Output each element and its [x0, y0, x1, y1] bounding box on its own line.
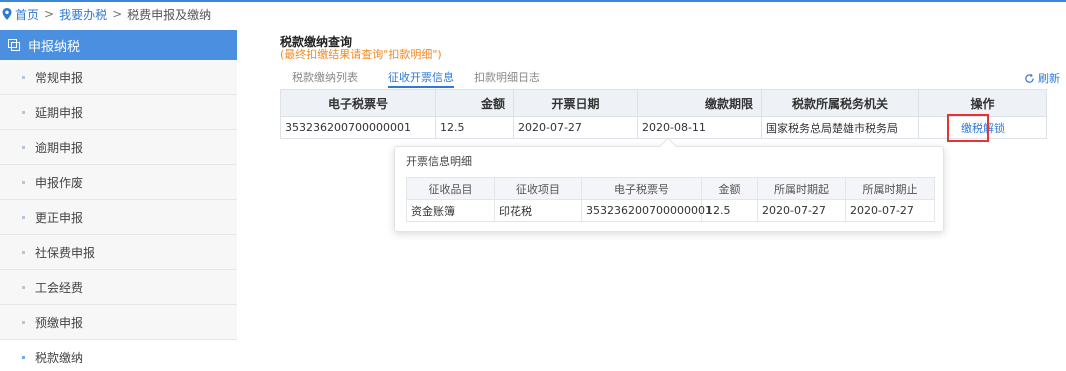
- ticket-number-cell: 353236200700000001: [581, 199, 712, 222]
- refresh-button[interactable]: 刷新: [1024, 70, 1060, 86]
- period-start-cell: 2020-07-27: [757, 199, 846, 222]
- column-header: 征收品目: [406, 177, 495, 200]
- column-header: 金额: [701, 177, 758, 200]
- page-hint: (最终扣缴结果请查询"扣款明细"): [280, 48, 442, 61]
- sidebar-item-overdue-declaration[interactable]: 逾期申报: [0, 130, 237, 165]
- bullet-icon: [22, 146, 25, 149]
- unlock-link[interactable]: 解锁: [983, 122, 1005, 135]
- sidebar-item-label: 申报作废: [35, 175, 84, 190]
- bullet-icon: [22, 321, 25, 324]
- tab-invoice-info[interactable]: 征收开票信息: [388, 70, 454, 88]
- breadcrumb-separator: >: [44, 7, 55, 21]
- sidebar-item-social-security[interactable]: 社保费申报: [0, 235, 237, 270]
- breadcrumb-current: 税费申报及缴纳: [127, 7, 212, 22]
- column-header: 缴款期限: [637, 89, 762, 117]
- bullet-icon: [22, 251, 25, 254]
- tab-payment-list[interactable]: 税款缴纳列表: [292, 70, 358, 88]
- copy-icon: [8, 39, 20, 51]
- ticket-number-cell: 353236200700000001: [280, 116, 436, 139]
- amount-cell: 12.5: [435, 116, 514, 139]
- breadcrumb: 首页 > 我要办税 > 税费申报及缴纳: [2, 6, 211, 22]
- bullet-icon: [22, 356, 25, 359]
- table-header-row: 电子税票号 金额 开票日期 缴款期限 税款所属税务机关 操作: [280, 89, 1047, 117]
- bullet-icon: [22, 216, 25, 219]
- sidebar-item-label: 常规申报: [35, 70, 84, 85]
- sidebar-item-regular-declaration[interactable]: 常规申报: [0, 60, 237, 95]
- sidebar-item-label: 税款缴纳: [35, 351, 84, 365]
- sidebar-item-label: 逾期申报: [35, 140, 84, 155]
- issue-date-cell: 2020-07-27: [513, 116, 638, 139]
- sidebar-header-label: 申报纳税: [28, 39, 81, 55]
- period-end-cell: 2020-07-27: [845, 199, 935, 222]
- authority-cell: 国家税务总局楚雄市税务局: [761, 116, 919, 139]
- sidebar-item-prepayment[interactable]: 预缴申报: [0, 305, 237, 340]
- pay-tax-link[interactable]: 缴税: [961, 122, 983, 135]
- breadcrumb-home[interactable]: 首页: [15, 6, 39, 23]
- column-header: 操作: [918, 89, 1047, 117]
- column-header: 开票日期: [513, 89, 638, 117]
- popup-title: 开票信息明细: [406, 155, 472, 168]
- breadcrumb-my-tax[interactable]: 我要办税: [59, 6, 107, 23]
- sidebar: 申报纳税 常规申报 延期申报 逾期申报 申报作废 更正申报 社保费申报 工会经费…: [0, 30, 237, 371]
- sidebar-item-tax-payment[interactable]: 税款缴纳: [0, 340, 237, 371]
- sidebar-item-label: 延期申报: [35, 105, 84, 120]
- sidebar-item-label: 预缴申报: [35, 315, 84, 330]
- amount-cell: 12.5: [701, 199, 758, 222]
- location-pin-icon: [2, 8, 12, 20]
- column-header: 电子税票号: [581, 177, 702, 200]
- bullet-icon: [22, 286, 25, 289]
- column-header: 所属时期起: [757, 177, 846, 200]
- column-header: 税款所属税务机关: [761, 89, 919, 117]
- sidebar-item-deferred-declaration[interactable]: 延期申报: [0, 95, 237, 130]
- deadline-cell: 2020-08-11: [637, 116, 762, 139]
- popup-header-row: 征收品目 征收项目 电子税票号 金额 所属时期起 所属时期止: [406, 177, 935, 200]
- column-header: 所属时期止: [845, 177, 935, 200]
- table-row: 353236200700000001 12.5 2020-07-27 2020-…: [280, 113, 1047, 142]
- refresh-label: 刷新: [1038, 72, 1060, 85]
- sidebar-item-correct-declaration[interactable]: 更正申报: [0, 200, 237, 235]
- column-header: 电子税票号: [280, 89, 436, 117]
- payment-table: 电子税票号 金额 开票日期 缴款期限 税款所属税务机关 操作 353236200…: [280, 89, 1047, 142]
- column-header: 征收项目: [494, 177, 582, 200]
- sidebar-item-label: 工会经费: [35, 280, 84, 295]
- table-row: 资金账簿 印花税 353236200700000001 12.5 2020-07…: [406, 199, 935, 222]
- sidebar-item-label: 更正申报: [35, 210, 84, 225]
- tab-bar: 税款缴纳列表 征收开票信息 扣款明细日志 刷新: [280, 70, 1066, 89]
- item-cell: 资金账簿: [406, 199, 495, 222]
- sidebar-item-union-fee[interactable]: 工会经费: [0, 270, 237, 305]
- project-cell: 印花税: [494, 199, 582, 222]
- refresh-icon: [1025, 73, 1034, 83]
- bullet-icon: [22, 76, 25, 79]
- column-header: 金额: [435, 89, 514, 117]
- tab-deduction-log[interactable]: 扣款明细日志: [474, 70, 540, 88]
- breadcrumb-separator: >: [112, 7, 123, 21]
- top-accent-line: [0, 0, 1066, 2]
- operation-cell: 缴税解锁: [918, 113, 1047, 142]
- invoice-detail-table: 征收品目 征收项目 电子税票号 金额 所属时期起 所属时期止 资金账簿 印花税 …: [406, 177, 935, 222]
- bullet-icon: [22, 111, 25, 114]
- bullet-icon: [22, 181, 25, 184]
- invoice-detail-popup: 开票信息明细 征收品目 征收项目 电子税票号 金额 所属时期起 所属时期止 资金…: [394, 137, 944, 232]
- sidebar-item-void-declaration[interactable]: 申报作废: [0, 165, 237, 200]
- sidebar-item-label: 社保费申报: [35, 245, 96, 260]
- sidebar-header[interactable]: 申报纳税: [0, 30, 237, 60]
